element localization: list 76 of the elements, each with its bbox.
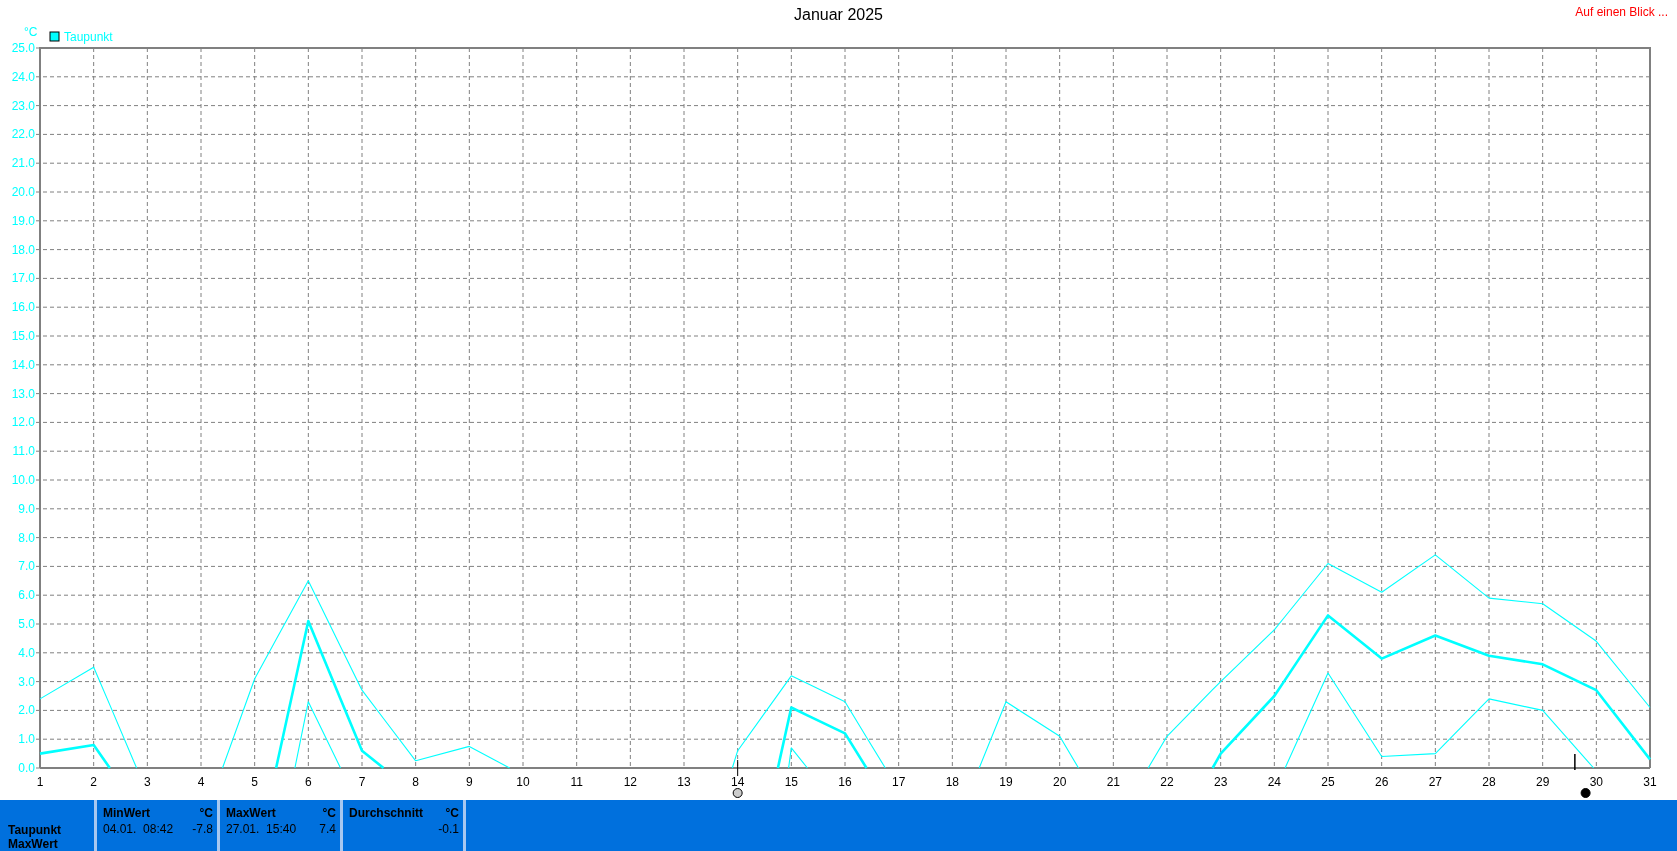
- y-axis-label: 14.0: [11, 357, 35, 372]
- legend-label: Taupunkt: [64, 30, 113, 44]
- y-axis-label: 10.0: [11, 473, 35, 487]
- x-axis-label: 22: [1160, 775, 1174, 789]
- x-axis-label: 2: [90, 775, 97, 789]
- x-axis-label: 4: [197, 775, 205, 789]
- unit-label: °C: [24, 25, 38, 39]
- overview-link[interactable]: Auf einen Blick ...: [1575, 5, 1668, 19]
- x-axis-label: 3: [144, 775, 151, 789]
- y-axis-label: 6.0: [18, 588, 35, 603]
- y-axis-label: 23.0: [11, 98, 35, 113]
- y-axis-label: 21.0: [11, 156, 35, 171]
- x-axis-label: 5: [251, 775, 258, 789]
- y-axis-label: 16.0: [11, 300, 35, 315]
- x-axis-label: 23: [1214, 775, 1228, 789]
- y-axis-label: 12.0: [11, 415, 35, 430]
- x-axis-label: 8: [412, 775, 419, 789]
- y-axis-label: 22.0: [11, 127, 35, 142]
- y-axis-label: 7.0: [18, 559, 35, 574]
- x-axis-label: 7: [358, 775, 366, 789]
- x-axis-label: 16: [838, 775, 852, 789]
- y-axis-label: 2.0: [18, 703, 35, 718]
- x-axis-label: 12: [623, 775, 637, 789]
- y-axis-label: 0.0: [18, 761, 35, 775]
- x-axis-label: 29: [1536, 775, 1550, 789]
- x-axis-label: 26: [1375, 775, 1389, 789]
- stat-time: 04.01. 08:42: [103, 822, 174, 836]
- x-axis-label: 24: [1267, 775, 1281, 789]
- new-moon-icon: [1574, 753, 1591, 798]
- y-axis-label: 9.0: [18, 501, 35, 516]
- chart-title: Januar 2025: [794, 6, 883, 24]
- stat-heading: MinWert: [103, 806, 151, 820]
- stat-value: -7.8: [192, 822, 213, 836]
- stat-value: -0.1: [438, 822, 459, 836]
- x-axis-label: 30: [1589, 775, 1603, 789]
- x-axis-label: 19: [999, 775, 1013, 789]
- y-axis-label: 4.0: [18, 645, 35, 660]
- x-axis-label: 27: [1428, 775, 1442, 789]
- y-axis-label: 19.0: [11, 213, 35, 228]
- x-axis-label: 11: [570, 775, 583, 789]
- y-axis-label: 25.0: [11, 41, 35, 55]
- x-axis-label: 28: [1482, 775, 1496, 789]
- y-axis-label: 5.0: [18, 617, 35, 631]
- y-axis-label: 17.0: [11, 271, 35, 286]
- y-axis-label: 11.0: [12, 444, 35, 459]
- stat-heading: Durchschnitt: [349, 806, 423, 820]
- stat-heading: MaxWert: [226, 806, 276, 820]
- full-moon-icon: [732, 759, 743, 798]
- x-axis-label: 6: [305, 775, 312, 789]
- y-axis-label: 13.0: [11, 386, 35, 401]
- x-axis-label: 14: [731, 775, 745, 789]
- row-label: MaxWert: [8, 837, 59, 851]
- y-axis-label: 1.0: [18, 732, 35, 747]
- x-axis-label: 15: [784, 775, 798, 789]
- x-axis-label: 13: [677, 775, 691, 789]
- x-axis-label: 25: [1321, 775, 1335, 789]
- y-axis-label: 20.0: [11, 185, 35, 199]
- stat-time: 27.01. 15:40: [226, 822, 297, 836]
- x-axis-label: 10: [516, 775, 530, 789]
- stat-unit: °C: [199, 806, 213, 820]
- y-axis-label: 8.0: [18, 530, 35, 545]
- y-axis-label: 18.0: [11, 242, 35, 257]
- stat-unit: °C: [322, 806, 336, 820]
- x-axis-label: 9: [466, 775, 473, 789]
- x-axis-label: 20: [1053, 775, 1067, 789]
- x-axis-label: 18: [945, 775, 959, 789]
- row-label: Taupunkt: [8, 823, 63, 837]
- y-axis-label: 15.0: [11, 329, 35, 343]
- stat-value: 7.4: [319, 822, 336, 836]
- x-axis-label: 17: [892, 775, 906, 789]
- x-axis-label: 1: [36, 775, 44, 789]
- x-axis-label: 31: [1643, 775, 1657, 789]
- y-axis-label: 3.0: [18, 674, 35, 689]
- y-axis-label: 24.0: [11, 69, 35, 84]
- stat-unit: °C: [445, 806, 459, 820]
- x-axis-label: 21: [1106, 775, 1120, 789]
